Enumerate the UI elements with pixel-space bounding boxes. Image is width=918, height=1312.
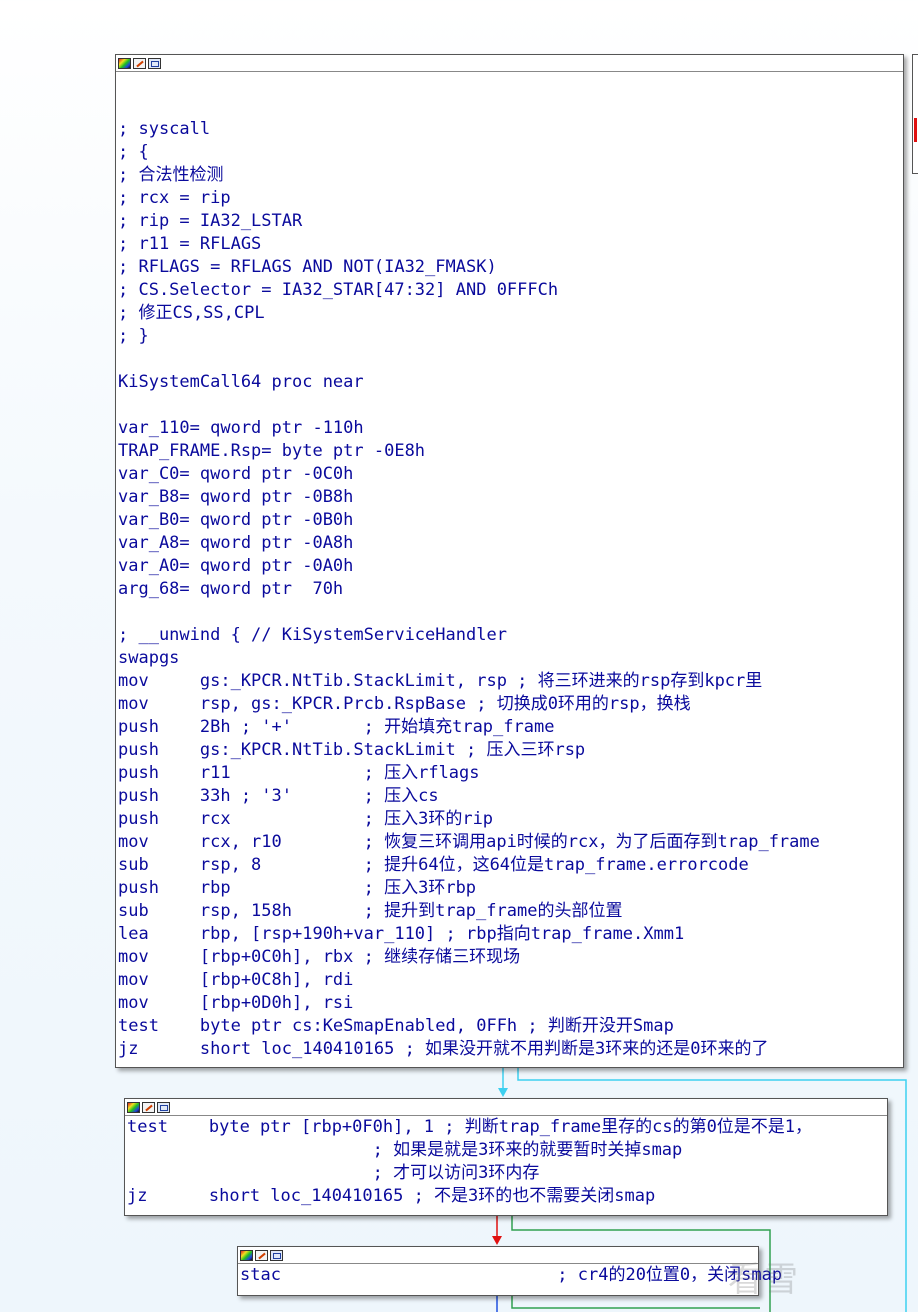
code-line[interactable]: mov rcx, r10 ; 恢复三环调用api时候的rcx，为了后面存到tra… (118, 831, 903, 854)
code-block-stac[interactable]: stac ; cr4的20位置0，关闭smap (237, 1246, 782, 1296)
code-line[interactable]: push rcx ; 压入3环的rip (118, 808, 903, 831)
code-line[interactable]: ; CS.Selector = IA32_STAR[47:32] AND 0FF… (118, 279, 903, 302)
code-line[interactable] (118, 394, 903, 417)
code-line[interactable]: var_A8= qword ptr -0A8h (118, 532, 903, 555)
edit-pencil-icon[interactable] (133, 57, 146, 69)
code-line[interactable]: ; 修正CS,SS,CPL (118, 302, 903, 325)
code-line[interactable]: mov [rbp+0D0h], rsi (118, 992, 903, 1015)
code-line[interactable]: jz short loc_140410165 ; 如果没开就不用判断是3环来的还… (118, 1038, 903, 1061)
graph-view-icon[interactable] (148, 57, 161, 69)
code-line[interactable]: ; } (118, 325, 903, 348)
watermark-logo: 看雪 (728, 1260, 800, 1300)
code-line[interactable]: ; 才可以访问3环内存 (127, 1162, 887, 1185)
code-line[interactable]: swapgs (118, 647, 903, 670)
code-line[interactable]: test byte ptr cs:KeSmapEnabled, 0FFh ; 判… (118, 1015, 903, 1038)
code-line[interactable] (118, 601, 903, 624)
code-line[interactable]: mov rsp, gs:_KPCR.Prcb.RspBase ; 切换成0环用的… (118, 693, 903, 716)
code-line[interactable]: ; RFLAGS = RFLAGS AND NOT(IA32_FMASK) (118, 256, 903, 279)
code-line[interactable]: ; 合法性检测 (118, 164, 903, 187)
code-line[interactable]: ; rip = IA32_LSTAR (118, 210, 903, 233)
code-line[interactable]: test byte ptr [rbp+0F0h], 1 ; 判断trap_fra… (127, 1116, 887, 1139)
code-line[interactable]: mov gs:_KPCR.NtTib.StackLimit, rsp ; 将三环… (118, 670, 903, 693)
color-palette-icon[interactable] (127, 1101, 140, 1113)
code-line[interactable]: push r11 ; 压入rflags (118, 762, 903, 785)
code-line[interactable]: var_B8= qword ptr -0B8h (118, 486, 903, 509)
edge-block3-green (511, 1296, 760, 1309)
code-line[interactable]: var_B0= qword ptr -0B0h (118, 509, 903, 532)
code-line[interactable]: ; { (118, 141, 903, 164)
code-listing: test byte ptr [rbp+0F0h], 1 ; 判断trap_fra… (125, 1116, 887, 1208)
code-line[interactable]: ; __unwind { // KiSystemServiceHandler (118, 624, 903, 647)
edit-pencil-icon[interactable] (255, 1249, 268, 1261)
code-line[interactable]: var_110= qword ptr -110h (118, 417, 903, 440)
code-line[interactable]: sub rsp, 158h ; 提升到trap_frame的头部位置 (118, 900, 903, 923)
code-line[interactable]: ; r11 = RFLAGS (118, 233, 903, 256)
code-line[interactable]: var_C0= qword ptr -0C0h (118, 463, 903, 486)
code-line[interactable]: KiSystemCall64 proc near (118, 371, 903, 394)
offscreen-node-red-marker (914, 118, 917, 142)
offscreen-node-edge (912, 54, 918, 174)
code-line[interactable]: var_A0= qword ptr -0A0h (118, 555, 903, 578)
code-line[interactable]: push 33h ; '3' ; 压入cs (118, 785, 903, 808)
edge-arrow-block2 (498, 1088, 508, 1097)
code-line[interactable]: push rbp ; 压入3环rbp (118, 877, 903, 900)
code-line[interactable]: ; syscall (118, 118, 903, 141)
node-titlebar (125, 1099, 887, 1116)
edit-pencil-icon[interactable] (142, 1101, 155, 1113)
node-titlebar (116, 55, 903, 72)
code-line[interactable]: ; 如果是就是3环来的就要暂时关掉smap (127, 1139, 887, 1162)
code-block-kisystemcall64[interactable]: ; syscall; {; 合法性检测; rcx = rip; rip = IA… (115, 54, 904, 1068)
code-line[interactable] (118, 348, 903, 371)
edge-arrow-block3 (492, 1236, 502, 1245)
node-titlebar (238, 1247, 758, 1264)
graph-view-icon[interactable] (270, 1249, 283, 1261)
code-line[interactable]: mov [rbp+0C8h], rdi (118, 969, 903, 992)
code-listing: ; syscall; {; 合法性检测; rcx = rip; rip = IA… (116, 72, 903, 1061)
code-listing: stac ; cr4的20位置0，关闭smap (238, 1264, 782, 1287)
code-line[interactable]: push gs:_KPCR.NtTib.StackLimit ; 压入三环rsp (118, 739, 903, 762)
code-line[interactable]: TRAP_FRAME.Rsp= byte ptr -0E8h (118, 440, 903, 463)
code-line[interactable]: stac ; cr4的20位置0，关闭smap (240, 1264, 782, 1287)
code-block-check-cs[interactable]: test byte ptr [rbp+0F0h], 1 ; 判断trap_fra… (124, 1098, 888, 1216)
code-line[interactable]: sub rsp, 8 ; 提升64位，这64位是trap_frame.error… (118, 854, 903, 877)
code-line[interactable]: lea rbp, [rsp+190h+var_110] ; rbp指向trap_… (118, 923, 903, 946)
code-line[interactable]: jz short loc_140410165 ; 不是3环的也不需要关闭smap (127, 1185, 887, 1208)
code-line[interactable]: ; rcx = rip (118, 187, 903, 210)
code-line[interactable]: push 2Bh ; '+' ; 开始填充trap_frame (118, 716, 903, 739)
code-line[interactable] (118, 72, 903, 95)
code-line[interactable]: arg_68= qword ptr 70h (118, 578, 903, 601)
color-palette-icon[interactable] (118, 57, 131, 69)
code-line[interactable]: mov [rbp+0C0h], rbx ; 继续存储三环现场 (118, 946, 903, 969)
code-line[interactable] (118, 95, 903, 118)
color-palette-icon[interactable] (240, 1249, 253, 1261)
graph-view-icon[interactable] (157, 1101, 170, 1113)
